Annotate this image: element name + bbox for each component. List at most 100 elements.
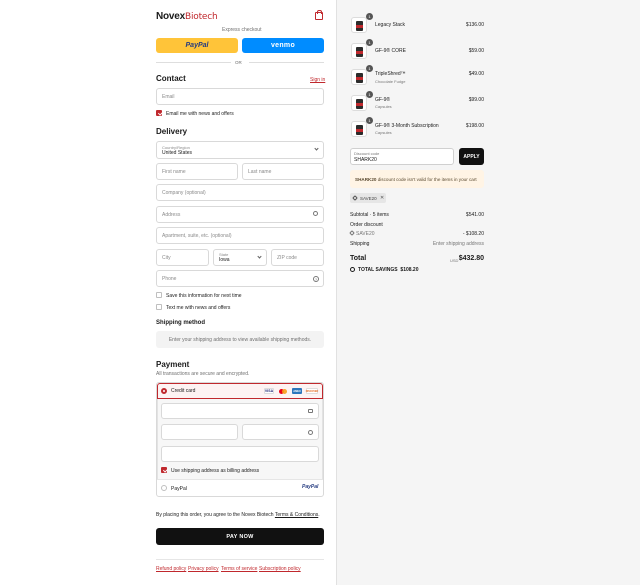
terms-suffix: . <box>318 512 320 518</box>
warning-text: discount code isn't valid for the items … <box>377 176 477 182</box>
paypal-express-label: PayPal <box>185 42 209 49</box>
name-on-card-input[interactable] <box>161 446 319 462</box>
product-price: $59.00 <box>468 48 484 54</box>
applied-tag-label: SAVE20 <box>360 195 377 201</box>
address-input[interactable]: Address <box>156 206 324 223</box>
savings-icon <box>350 267 355 272</box>
product-name: Legacy Stack <box>375 22 406 28</box>
terms-agreement: By placing this order, you agree to the … <box>156 512 320 518</box>
company-input[interactable]: Company (optional) <box>156 184 324 201</box>
product-name: GF-9® <box>375 97 391 103</box>
product-price: $136.00 <box>465 22 484 28</box>
pay-now-button[interactable]: PAY NOW <box>156 528 324 545</box>
total-value: $432.80 <box>458 255 484 262</box>
credit-card-label: Credit card <box>171 388 196 394</box>
savings-value: $108.20 <box>400 267 419 273</box>
refund-policy-link[interactable]: Refund policy <box>156 566 186 572</box>
state-value: Iowa <box>219 257 230 263</box>
or-label: OR <box>235 60 242 65</box>
checkout-form-panel: NovexBiotech Express checkout PayPal ven… <box>0 0 336 585</box>
email-placeholder: Email <box>162 93 175 100</box>
total-label: Total <box>350 255 367 262</box>
shipping-method-heading: Shipping method <box>156 320 205 326</box>
contact-heading: Contact <box>156 74 186 83</box>
card-number-input[interactable] <box>161 403 319 419</box>
last-name-input[interactable]: Last name <box>242 163 324 180</box>
shipping-value: Enter shipping address <box>432 241 484 247</box>
privacy-policy-link[interactable]: Privacy policy <box>188 566 219 572</box>
brand-logo[interactable]: NovexBiotech <box>156 11 218 22</box>
quantity-badge: 1 <box>366 91 373 98</box>
paypal-express-button[interactable]: PayPal <box>156 38 238 53</box>
venmo-express-label: venmo <box>270 42 296 49</box>
apartment-input[interactable]: Apartment, suite, etc. (optional) <box>156 227 324 244</box>
or-divider-left <box>156 62 231 63</box>
pay-now-label: PAY NOW <box>226 533 254 540</box>
credit-card-radio[interactable] <box>161 388 167 394</box>
product-price: $49.00 <box>468 71 484 77</box>
quantity-badge: 1 <box>366 65 373 72</box>
product-variant: Chocolate Fudge <box>375 79 406 84</box>
help-icon[interactable] <box>308 430 313 435</box>
terms-link[interactable]: Terms & Conditions <box>275 512 318 518</box>
city-input[interactable]: City <box>156 249 209 266</box>
phone-input[interactable]: Phone <box>156 270 324 287</box>
delivery-heading: Delivery <box>156 127 188 136</box>
tag-icon <box>352 195 358 201</box>
sign-in-link[interactable]: Sign in <box>310 77 325 83</box>
apartment-placeholder: Apartment, suite, etc. (optional) <box>162 232 232 239</box>
zip-input[interactable]: ZIP code <box>271 249 324 266</box>
help-icon[interactable]: ? <box>313 276 319 282</box>
payment-divider <box>157 479 323 480</box>
product-variant: Capsules <box>375 104 392 109</box>
payment-subtitle: All transactions are secure and encrypte… <box>156 371 250 377</box>
warning-code: SHARK20 <box>355 176 377 182</box>
discount-code-label: Discount code <box>354 151 380 156</box>
footer-divider <box>156 559 324 560</box>
product-image <box>351 121 367 137</box>
email-input[interactable]: Email <box>156 88 324 105</box>
terms-prefix: By placing this order, you agree to the … <box>156 512 274 518</box>
brand-name-bold: Novex <box>156 11 186 22</box>
paypal-option-label: PayPal <box>171 486 187 492</box>
first-name-placeholder: First name <box>162 168 186 175</box>
product-variant: Capsules <box>375 130 392 135</box>
discount-code-value: SHARK20 <box>354 157 377 163</box>
payment-heading: Payment <box>156 360 190 369</box>
country-value: United States <box>162 149 193 156</box>
billing-same-checkbox[interactable] <box>161 467 167 473</box>
shipping-label: Shipping <box>350 241 370 247</box>
tag-icon <box>349 230 355 236</box>
or-divider-right <box>249 62 324 63</box>
venmo-express-button[interactable]: venmo <box>242 38 324 53</box>
amex-logo-icon: AMEX <box>292 388 302 394</box>
save-info-checkbox[interactable] <box>156 292 162 298</box>
product-price: $99.00 <box>468 97 484 103</box>
subtotal-label: Subtotal · 5 items <box>350 212 389 218</box>
savings-label: TOTAL SAVINGS <box>358 267 398 273</box>
paypal-radio[interactable] <box>161 485 167 491</box>
apply-discount-button[interactable]: APPLY <box>459 148 484 165</box>
lock-icon <box>308 409 313 413</box>
product-image <box>351 69 367 85</box>
subscription-policy-link[interactable]: Subscription policy <box>259 566 301 572</box>
quantity-badge: 1 <box>366 13 373 20</box>
discount-amount: - $108.20 <box>462 231 484 237</box>
text-me-checkbox[interactable] <box>156 304 162 310</box>
order-discount-label: Order discount <box>350 222 383 228</box>
terms-of-service-link[interactable]: Terms of service <box>221 566 257 572</box>
expiration-input[interactable] <box>161 424 238 440</box>
apply-label: APPLY <box>463 153 480 160</box>
cart-bag-icon[interactable] <box>315 10 323 20</box>
express-checkout-label: Express checkout <box>222 27 262 33</box>
city-placeholder: City <box>162 254 171 261</box>
mastercard-logo-icon <box>278 388 288 394</box>
product-image <box>351 43 367 59</box>
paypal-logo-icon: PayPal <box>302 484 319 490</box>
email-news-checkbox[interactable] <box>156 110 162 116</box>
country-select[interactable]: Country/Region United States <box>156 141 324 159</box>
first-name-input[interactable]: First name <box>156 163 238 180</box>
brand-name-light: Biotech <box>185 12 218 22</box>
remove-discount-icon[interactable]: ✕ <box>380 195 384 201</box>
order-summary-panel <box>336 0 640 585</box>
